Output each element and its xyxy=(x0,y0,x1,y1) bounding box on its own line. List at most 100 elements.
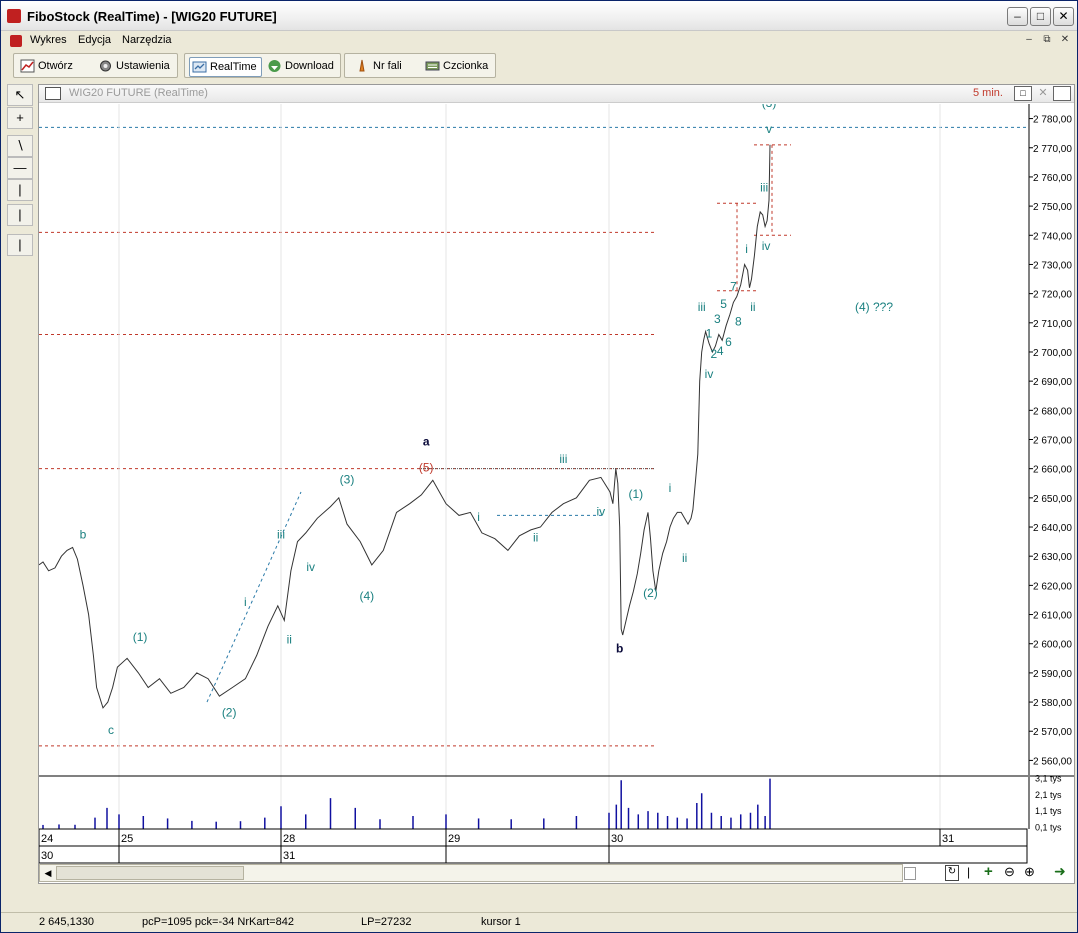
price-series xyxy=(39,144,771,709)
wave-label: iv xyxy=(597,504,606,518)
realtime-button[interactable]: RealTime xyxy=(189,57,262,77)
wave-label: (2) xyxy=(643,586,658,600)
wave-labels: bc(1)(2)iiiiiiiv(3)(4)a(5)iiiiiiivb(1)(2… xyxy=(80,104,894,737)
interval-label[interactable]: 5 min. xyxy=(973,87,1003,99)
price-tick-label: 2 710,00 xyxy=(1033,319,1072,330)
gear-icon xyxy=(100,60,111,72)
document-icon xyxy=(10,35,22,47)
price-axis: 2 780,00 2 770,00 2 760,00 2 750,00 2 740,00… xyxy=(1028,104,1072,775)
price-tick-label: 2 720,00 xyxy=(1033,290,1072,301)
zoom-out-icon[interactable]: ⊖ xyxy=(1004,864,1015,880)
price-tick-label: 2 590,00 xyxy=(1033,669,1072,680)
font-button[interactable]: Czcionka xyxy=(423,57,492,77)
menu-narzedzia[interactable]: Narzędzia xyxy=(122,34,172,46)
price-tick-label: 2 560,00 xyxy=(1033,756,1072,767)
mdi-restore-icon[interactable]: ⧉ xyxy=(1039,34,1055,48)
price-tick-label: 2 600,00 xyxy=(1033,640,1072,651)
status-value: 2 645,1330 xyxy=(39,916,95,928)
date-axis: 24 25 28 29 30 31 30 31 xyxy=(39,828,1028,864)
minimize-button[interactable]: – xyxy=(1007,7,1028,26)
marker-tool-icon[interactable]: | xyxy=(7,204,33,226)
wave-label: 3 xyxy=(714,312,721,326)
wave-label: i xyxy=(669,481,672,495)
price-tick-label: 2 760,00 xyxy=(1033,173,1072,184)
chart-window-icon[interactable] xyxy=(45,87,61,100)
day-label: 31 xyxy=(942,833,954,845)
wave-label: (5) xyxy=(419,461,434,475)
price-chart[interactable]: 2 780,00 2 770,00 2 760,00 2 750,00 2 740,00… xyxy=(39,104,1074,864)
wave-label: c xyxy=(108,723,114,737)
price-tick-label: 2 630,00 xyxy=(1033,552,1072,563)
wave-label: ii xyxy=(533,531,538,545)
vertical-line-tool-icon[interactable]: | xyxy=(7,179,33,201)
crosshair-tool-icon[interactable]: + xyxy=(7,107,33,129)
day-label: 29 xyxy=(448,833,460,845)
mdi-close-icon[interactable]: ✕ xyxy=(1057,34,1073,48)
wave-label: 5 xyxy=(720,297,727,311)
toolbar-group-data: RealTime Download xyxy=(184,53,341,78)
wave-label: (2) xyxy=(222,706,237,720)
title-bar[interactable]: FiboStock (RealTime) - [WIG20 FUTURE] – … xyxy=(1,1,1077,31)
wave-label: iii xyxy=(698,300,706,314)
price-tick-label: 2 620,00 xyxy=(1033,581,1072,592)
wave-label: 7 xyxy=(730,280,737,294)
chart-scroll-icon[interactable] xyxy=(1053,86,1071,101)
open-button[interactable]: Otwórz xyxy=(18,57,77,77)
mdi-minimize-icon[interactable]: – xyxy=(1021,34,1037,48)
price-tick-label: 2 700,00 xyxy=(1033,348,1072,359)
fibonacci-levels xyxy=(39,126,1027,747)
open-label: Otwórz xyxy=(38,60,73,72)
price-tick-label: 2 770,00 xyxy=(1033,144,1072,155)
maximize-button[interactable]: □ xyxy=(1030,7,1051,26)
menu-edycja[interactable]: Edycja xyxy=(78,34,111,46)
scroll-left-icon[interactable]: ◀ xyxy=(41,866,55,880)
day-label: 30 xyxy=(611,833,623,845)
price-tick-label: 2 610,00 xyxy=(1033,611,1072,622)
price-tick-label: 2 730,00 xyxy=(1033,260,1072,271)
download-label: Download xyxy=(285,60,334,72)
price-tick-label: 2 570,00 xyxy=(1033,727,1072,738)
price-tick-label: 2 660,00 xyxy=(1033,465,1072,476)
chart-close-icon[interactable]: ✕ xyxy=(1035,86,1051,101)
cursor-marker-icon[interactable]: | xyxy=(967,865,977,879)
line-tool-icon[interactable]: ∖ xyxy=(7,135,33,157)
zoom-in-icon[interactable]: ⊕ xyxy=(1024,864,1035,880)
toolbar-group-file: Otwórz Ustawienia xyxy=(13,53,178,78)
toolbar-group-labels: Nr fali Czcionka xyxy=(344,53,496,78)
volume-tick-label: 2,1 tys xyxy=(1035,790,1062,800)
wave-number-icon xyxy=(359,59,365,72)
wave-label: iii xyxy=(559,452,567,466)
menu-wykres[interactable]: Wykres xyxy=(30,34,67,46)
price-tick-label: 2 640,00 xyxy=(1033,523,1072,534)
scroll-to-end-icon[interactable]: ➜ xyxy=(1054,863,1066,880)
scroll-right-end-icon[interactable] xyxy=(904,867,916,880)
range-tool-icon[interactable]: | xyxy=(7,234,33,256)
wave-label: (1) xyxy=(628,487,643,501)
realtime-label: RealTime xyxy=(210,61,257,73)
realtime-icon xyxy=(192,61,207,73)
chart-restore-icon[interactable]: □ xyxy=(1014,86,1032,101)
settings-button[interactable]: Ustawienia xyxy=(96,57,174,77)
price-line xyxy=(39,144,771,709)
horizontal-scrollbar[interactable]: ◀ xyxy=(39,864,903,882)
price-tick-label: 2 680,00 xyxy=(1033,406,1072,417)
wave-label: (3) xyxy=(340,472,355,486)
close-button[interactable]: ✕ xyxy=(1053,7,1074,26)
scroll-thumb[interactable] xyxy=(56,866,244,880)
day-label: 28 xyxy=(283,833,295,845)
volume-axis: 3,1 tys 2,1 tys 1,1 tys 0,1 tys xyxy=(1028,774,1062,832)
volume-tick-label: 1,1 tys xyxy=(1035,806,1062,816)
horizontal-line-tool-icon[interactable]: — xyxy=(7,157,33,179)
wave-number-button[interactable]: Nr fali xyxy=(353,57,406,77)
refresh-icon[interactable]: ↻ xyxy=(945,865,959,881)
price-tick-label: 2 580,00 xyxy=(1033,698,1072,709)
price-tick-label: 2 650,00 xyxy=(1033,494,1072,505)
download-button[interactable]: Download xyxy=(265,57,338,77)
zoom-in-plus-icon[interactable]: + xyxy=(984,863,993,880)
wave-label: iv xyxy=(762,239,771,253)
pointer-tool-icon[interactable]: ↖ xyxy=(7,84,33,106)
chart-title-bar: WIG20 FUTURE (RealTime) 5 min. □ ✕ xyxy=(39,85,1074,103)
volume-tick-label: 3,1 tys xyxy=(1035,774,1062,784)
wave-label: ii xyxy=(750,300,755,314)
wave-label: a xyxy=(423,434,430,448)
